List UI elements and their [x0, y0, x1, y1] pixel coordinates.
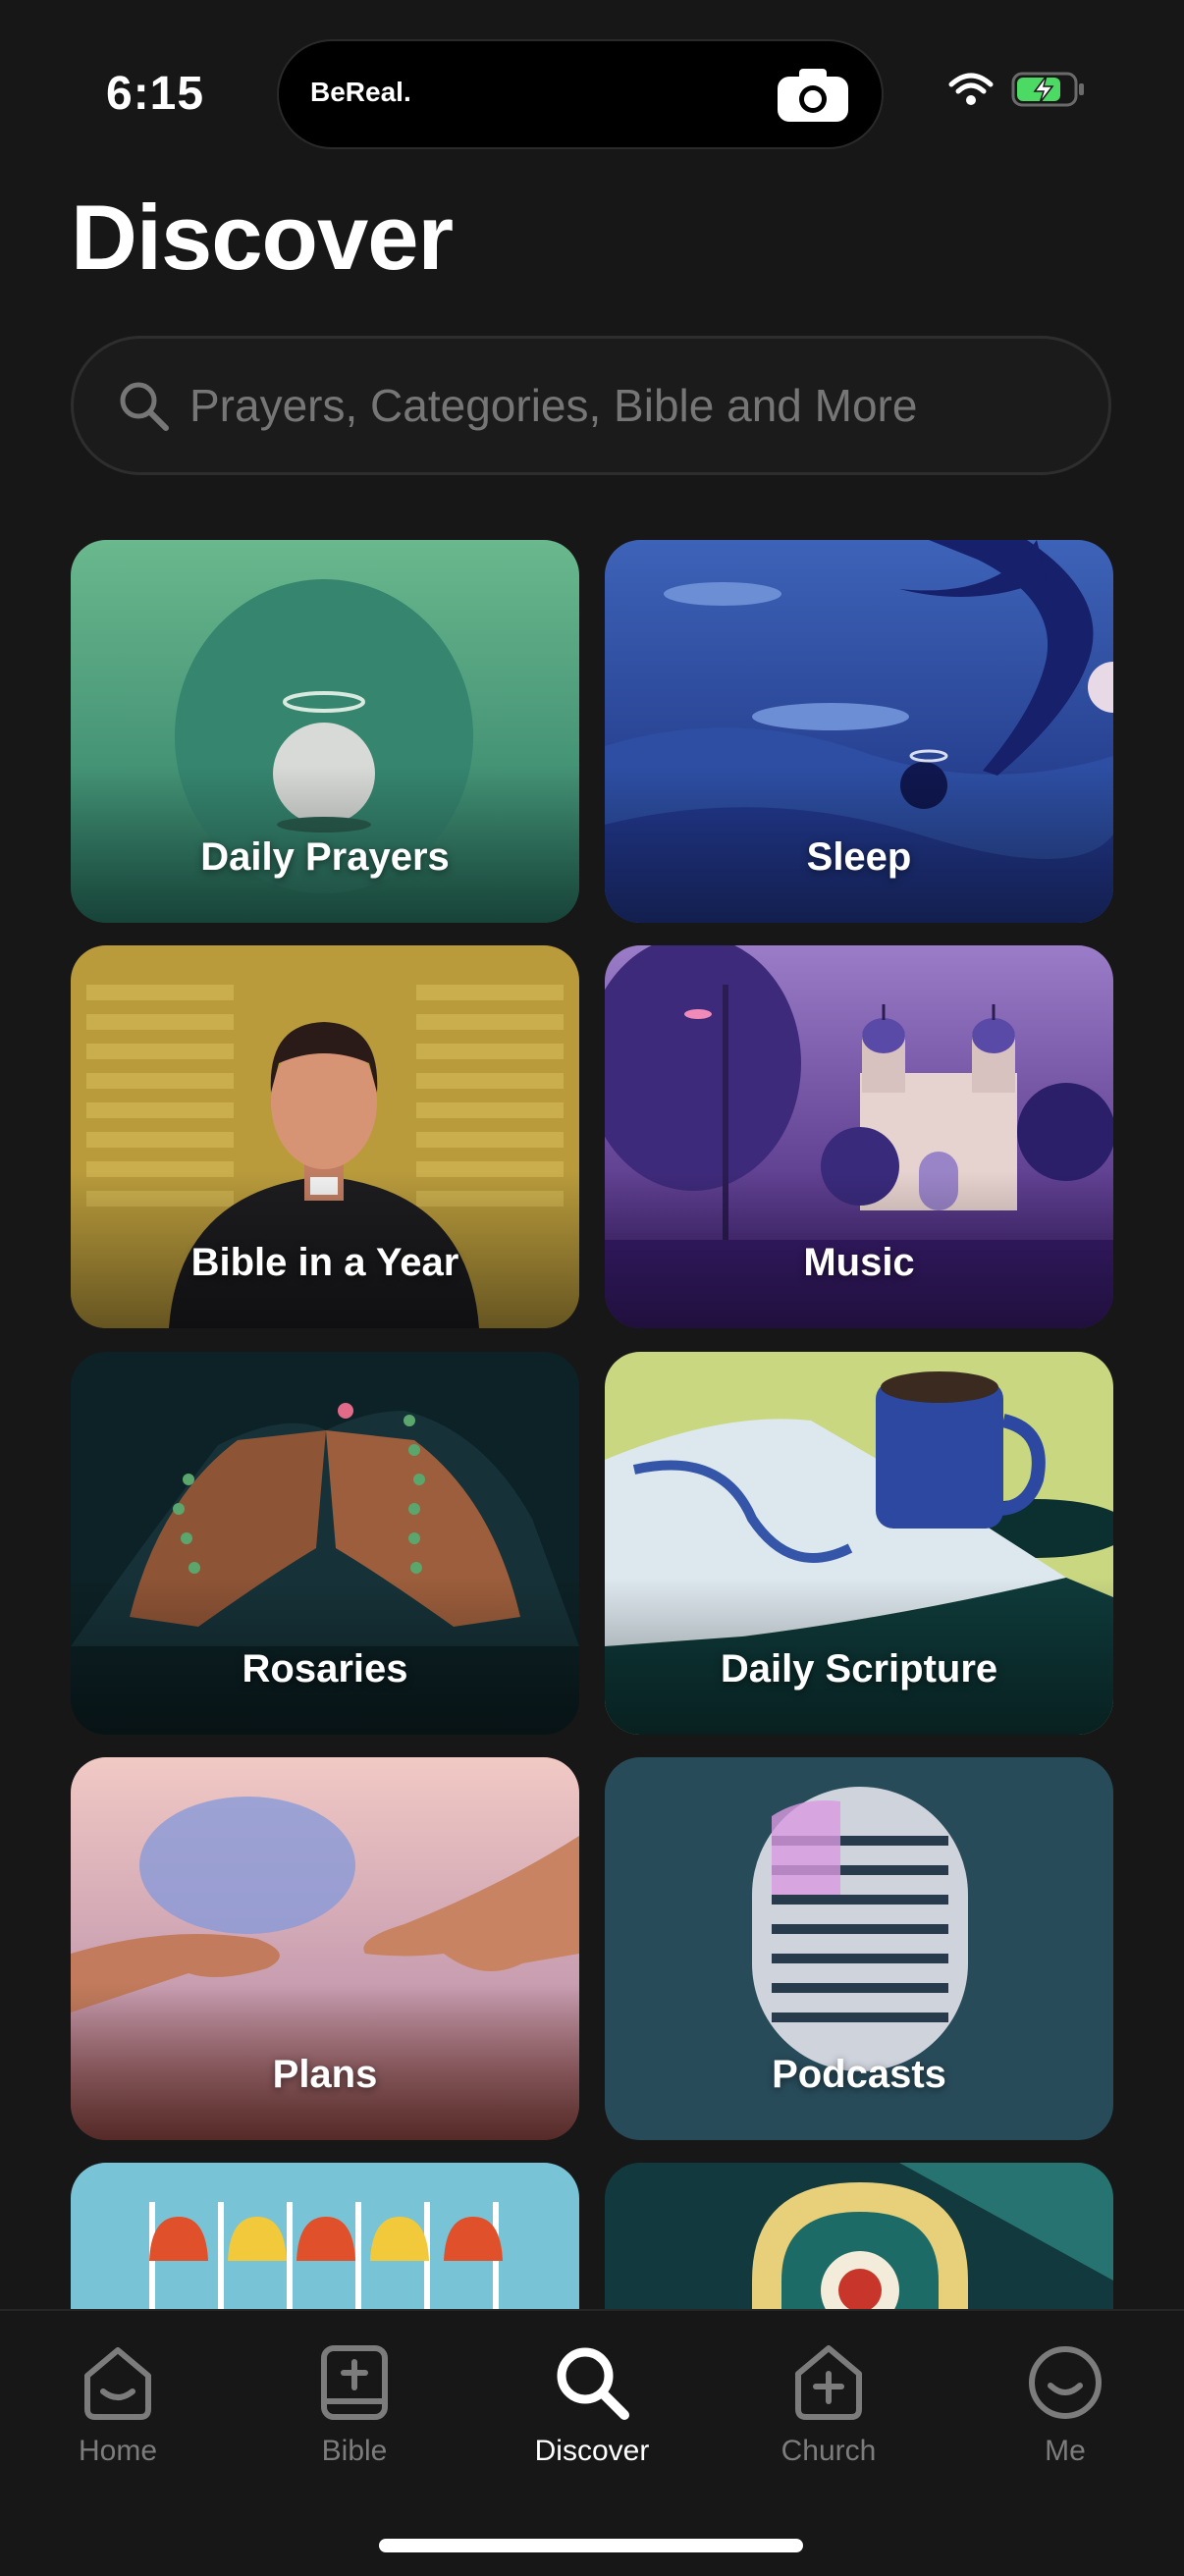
- card-daily-prayers[interactable]: Daily Prayers: [71, 540, 579, 923]
- tab-discover[interactable]: Discover: [494, 2340, 690, 2468]
- home-indicator[interactable]: [379, 2539, 803, 2552]
- bible-icon: [321, 2345, 388, 2420]
- tab-bar: Home Bible Discover Church Me: [0, 2309, 1184, 2576]
- search-icon: [120, 382, 169, 431]
- wifi-icon: [948, 73, 994, 105]
- card-label: Daily Prayers: [200, 835, 450, 879]
- camera-icon: [778, 69, 848, 122]
- card-bible-in-a-year[interactable]: Bible in a Year: [71, 945, 579, 1328]
- search-bar[interactable]: [71, 336, 1111, 475]
- tab-me[interactable]: Me: [967, 2340, 1163, 2468]
- search-icon: [557, 2347, 629, 2420]
- church-icon: [795, 2345, 862, 2420]
- page-title: Discover: [71, 186, 454, 289]
- home-icon: [84, 2347, 151, 2420]
- card-label: Plans: [272, 2053, 378, 2096]
- card-sleep[interactable]: Sleep: [605, 540, 1113, 923]
- dynamic-island[interactable]: BeReal.: [277, 39, 884, 149]
- search-input[interactable]: [188, 378, 1075, 433]
- tab-home[interactable]: Home: [20, 2340, 216, 2468]
- card-label: Podcasts: [772, 2053, 946, 2096]
- card-label: Sleep: [806, 835, 912, 879]
- tab-bible[interactable]: Bible: [256, 2340, 453, 2468]
- card-daily-scripture[interactable]: Daily Scripture: [605, 1352, 1113, 1735]
- card-rosaries[interactable]: Rosaries: [71, 1352, 579, 1735]
- card-label: Bible in a Year: [190, 1241, 459, 1284]
- status-time: 6:15: [106, 68, 205, 120]
- profile-icon: [1029, 2346, 1102, 2419]
- card-label: Rosaries: [242, 1647, 408, 1690]
- island-app-label: BeReal.: [310, 77, 411, 107]
- card-podcasts[interactable]: Podcasts: [605, 1757, 1113, 2140]
- card-label: Daily Scripture: [720, 1647, 998, 1690]
- status-icons: [948, 71, 1086, 108]
- card-music[interactable]: Music: [605, 945, 1113, 1328]
- card-label: Music: [803, 1241, 915, 1284]
- battery-icon: [1011, 72, 1084, 107]
- card-plans[interactable]: Plans: [71, 1757, 579, 2140]
- tab-church[interactable]: Church: [730, 2340, 927, 2468]
